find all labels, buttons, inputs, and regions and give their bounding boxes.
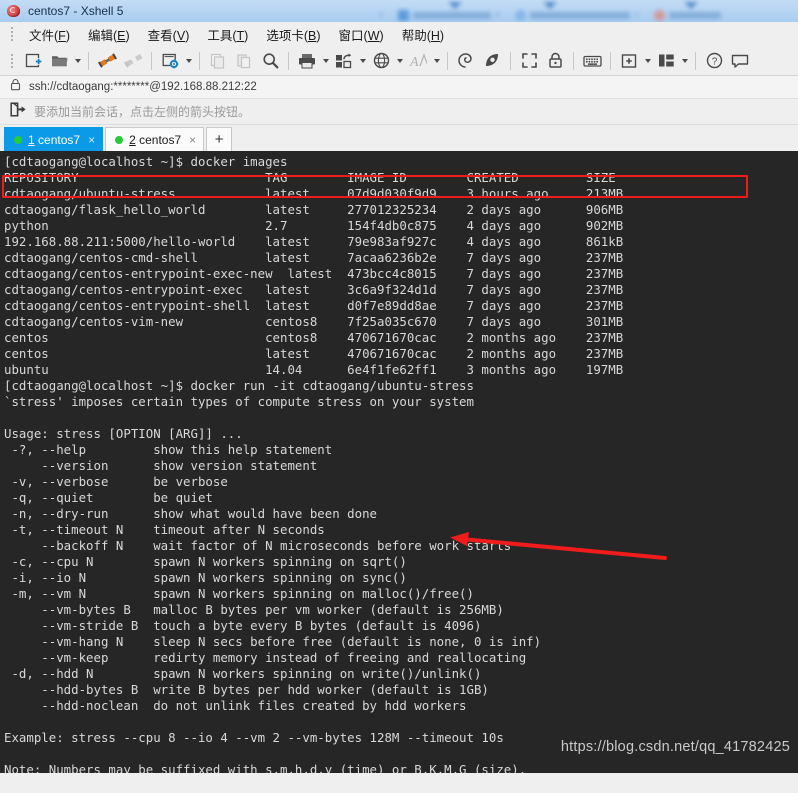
tab-status-dot bbox=[14, 135, 22, 144]
separator-9 bbox=[695, 51, 696, 70]
separator-6 bbox=[510, 51, 511, 70]
menu-item-file[interactable]: 文件(F) bbox=[20, 23, 79, 46]
xshell-shell-icon bbox=[6, 3, 22, 19]
open-folder-icon[interactable] bbox=[46, 49, 72, 73]
separator-3 bbox=[199, 51, 200, 70]
toolbar: A ? bbox=[0, 46, 798, 76]
hint-bar: 要添加当前会话，点击左侧的箭头按钮。 bbox=[0, 99, 798, 125]
compose-pane-icon[interactable] bbox=[616, 49, 642, 73]
hint-text: 要添加当前会话，点击左侧的箭头按钮。 bbox=[34, 105, 251, 119]
disconnect-icon[interactable] bbox=[120, 49, 146, 73]
compose-pane-dropdown[interactable] bbox=[642, 49, 653, 73]
menu-item-view[interactable]: 查看(V) bbox=[139, 23, 199, 46]
layout-dropdown[interactable] bbox=[679, 49, 690, 73]
lock-icon[interactable] bbox=[542, 49, 568, 73]
tab-1-centos7[interactable]: 1 centos7 × bbox=[4, 127, 104, 151]
menu-bar: 文件(F) 编辑(E) 查看(V) 工具(T) 选项卡(B) 窗口(W) 帮助(… bbox=[0, 22, 798, 46]
fullscreen-icon[interactable] bbox=[516, 49, 542, 73]
menu-item-tools[interactable]: 工具(T) bbox=[198, 23, 257, 46]
separator-5 bbox=[447, 51, 448, 70]
tab-status-dot bbox=[115, 135, 124, 144]
window-title: centos7 - Xshell 5 bbox=[28, 4, 124, 18]
xshell-window: centos7 - Xshell 5 × × × 文件(F) 编辑(E) 查看(… bbox=[0, 0, 798, 793]
open-folder-dropdown[interactable] bbox=[72, 49, 83, 73]
menu-label-tools: 工具( bbox=[207, 28, 237, 43]
layout-icon[interactable] bbox=[653, 49, 679, 73]
tab-2-centos7[interactable]: 2 centos7 × bbox=[105, 127, 205, 151]
menu-label-edit: 编辑( bbox=[87, 28, 118, 43]
separator-8 bbox=[610, 51, 611, 70]
copy-icon[interactable] bbox=[205, 49, 231, 73]
add-session-arrow-icon[interactable] bbox=[10, 101, 26, 122]
blurred-background-windows: × × × bbox=[378, 0, 798, 22]
keyboard-icon[interactable] bbox=[579, 49, 605, 73]
menu-label-help: 帮助( bbox=[401, 28, 431, 43]
address-lock-icon bbox=[10, 78, 21, 96]
menu-label-file: 文件( bbox=[29, 28, 59, 43]
print-dropdown[interactable] bbox=[320, 49, 331, 73]
new-tab-button[interactable]: + bbox=[206, 127, 233, 151]
globe-icon[interactable] bbox=[368, 49, 394, 73]
tab-label: 1 centos7 bbox=[28, 132, 81, 147]
separator-4 bbox=[288, 51, 289, 70]
separator-2 bbox=[151, 51, 152, 70]
menu-key-file: F bbox=[58, 28, 66, 43]
menu-item-window[interactable]: 窗口(W) bbox=[330, 23, 393, 46]
menu-label-view: 查看( bbox=[147, 28, 177, 43]
menu-drag-grip[interactable] bbox=[10, 26, 14, 42]
help-icon[interactable]: ? bbox=[701, 49, 727, 73]
font-dropdown[interactable] bbox=[431, 49, 442, 73]
paste-icon[interactable] bbox=[231, 49, 257, 73]
terminal-text: [cdtaogang@localhost ~]$ docker images R… bbox=[4, 154, 624, 773]
menu-label-window: 窗口( bbox=[338, 28, 368, 43]
address-bar[interactable]: ssh://cdtaogang:********@192.168.88.212:… bbox=[0, 76, 798, 99]
connect-icon[interactable] bbox=[94, 49, 120, 73]
new-session-icon[interactable] bbox=[20, 49, 46, 73]
feedback-icon[interactable] bbox=[727, 49, 753, 73]
tab-number: 1 bbox=[28, 132, 35, 147]
svg-text:?: ? bbox=[711, 57, 717, 68]
tab-bar: 1 centos7 × 2 centos7 × + bbox=[0, 125, 798, 151]
highlight-icon[interactable] bbox=[479, 49, 505, 73]
menu-item-edit[interactable]: 编辑(E) bbox=[79, 23, 139, 46]
session-properties-icon[interactable] bbox=[157, 49, 183, 73]
tab-close-icon[interactable]: × bbox=[88, 133, 95, 147]
tab-label: 2 centos7 bbox=[129, 132, 182, 147]
separator-7 bbox=[573, 51, 574, 70]
address-url: ssh://cdtaogang:********@192.168.88.212:… bbox=[29, 81, 257, 93]
log-icon[interactable] bbox=[453, 49, 479, 73]
separator-1 bbox=[88, 51, 89, 70]
globe-dropdown[interactable] bbox=[394, 49, 405, 73]
svg-text:A: A bbox=[409, 55, 419, 69]
transfer-file-icon[interactable] bbox=[331, 49, 357, 73]
toolbar-drag-grip[interactable] bbox=[10, 52, 14, 69]
menu-item-help[interactable]: 帮助(H) bbox=[393, 23, 453, 46]
font-icon[interactable]: A bbox=[405, 49, 431, 73]
tab-number: 2 bbox=[129, 132, 136, 147]
find-icon[interactable] bbox=[257, 49, 283, 73]
title-bar: centos7 - Xshell 5 × × × bbox=[0, 0, 798, 22]
session-properties-dropdown[interactable] bbox=[183, 49, 194, 73]
menu-item-tabs[interactable]: 选项卡(B) bbox=[257, 23, 329, 46]
tab-close-icon[interactable]: × bbox=[189, 133, 196, 147]
transfer-file-dropdown[interactable] bbox=[357, 49, 368, 73]
menu-label-tabs: 选项卡( bbox=[266, 28, 309, 43]
terminal-output[interactable]: [cdtaogang@localhost ~]$ docker images R… bbox=[0, 151, 798, 773]
watermark-text: https://blog.csdn.net/qq_41782425 bbox=[560, 739, 790, 755]
print-icon[interactable] bbox=[294, 49, 320, 73]
